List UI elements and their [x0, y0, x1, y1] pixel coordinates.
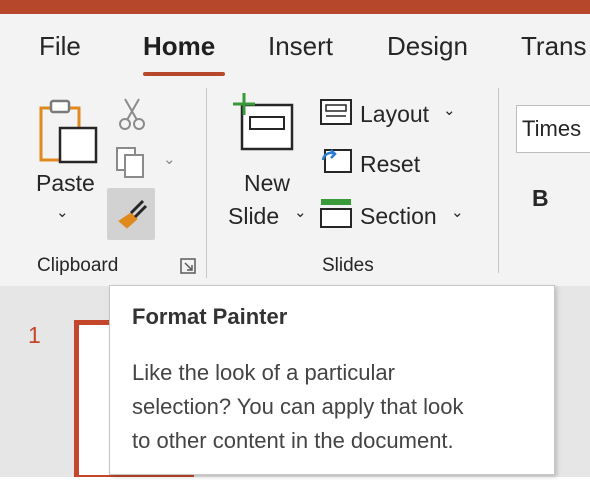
- copy-icon[interactable]: [114, 145, 148, 184]
- tooltip-title: Format Painter: [132, 304, 288, 329]
- tab-transitions[interactable]: Trans: [521, 31, 587, 62]
- group-separator: [206, 88, 207, 278]
- group-separator: [498, 88, 499, 273]
- new-slide-label-line2[interactable]: Slide: [228, 203, 279, 230]
- font-name-input[interactable]: Times: [516, 105, 590, 153]
- layout-icon[interactable]: [319, 98, 353, 131]
- tab-file[interactable]: File: [39, 31, 81, 62]
- tooltip-body-line: selection? You can apply that look: [132, 394, 464, 419]
- section-icon[interactable]: [319, 197, 353, 234]
- tab-design[interactable]: Design: [387, 31, 468, 62]
- bold-button[interactable]: B: [532, 185, 549, 212]
- clipboard-icon[interactable]: [38, 96, 102, 171]
- tooltip-body: Like the look of a particular selection?…: [132, 356, 542, 458]
- font-name-value: Times: [522, 116, 582, 141]
- format-painter-tooltip: Format Painter Like the look of a partic…: [109, 285, 555, 475]
- new-slide-label-line1[interactable]: New: [244, 170, 290, 197]
- tab-home[interactable]: Home: [143, 31, 215, 62]
- tooltip-body-line: Like the look of a particular: [132, 360, 395, 385]
- title-bar: [0, 0, 590, 14]
- reset-icon[interactable]: [319, 146, 353, 181]
- copy-dropdown-chevron-icon[interactable]: ⌄: [163, 150, 176, 168]
- section-button[interactable]: Section: [360, 203, 437, 230]
- tooltip-body-line: to other content in the document.: [132, 428, 454, 453]
- reset-button[interactable]: Reset: [360, 151, 420, 178]
- scissors-icon[interactable]: [117, 96, 147, 137]
- paintbrush-icon: [113, 195, 151, 238]
- new-slide-chevron-icon[interactable]: ⌄: [294, 203, 307, 221]
- active-tab-indicator: [143, 72, 225, 76]
- clipboard-group-label: Clipboard: [37, 255, 119, 276]
- dialog-launcher-icon[interactable]: [180, 258, 196, 279]
- slides-group-label: Slides: [322, 255, 374, 276]
- layout-chevron-icon[interactable]: ⌄: [443, 101, 456, 119]
- paste-button[interactable]: Paste: [36, 170, 95, 197]
- bottom-strip: [0, 477, 590, 489]
- paste-dropdown-chevron-icon[interactable]: ⌄: [56, 203, 69, 221]
- layout-button[interactable]: Layout: [360, 101, 429, 128]
- tab-insert[interactable]: Insert: [268, 31, 333, 62]
- slide-number: 1: [28, 322, 41, 348]
- new-slide-icon[interactable]: [232, 91, 296, 160]
- section-chevron-icon[interactable]: ⌄: [451, 203, 464, 221]
